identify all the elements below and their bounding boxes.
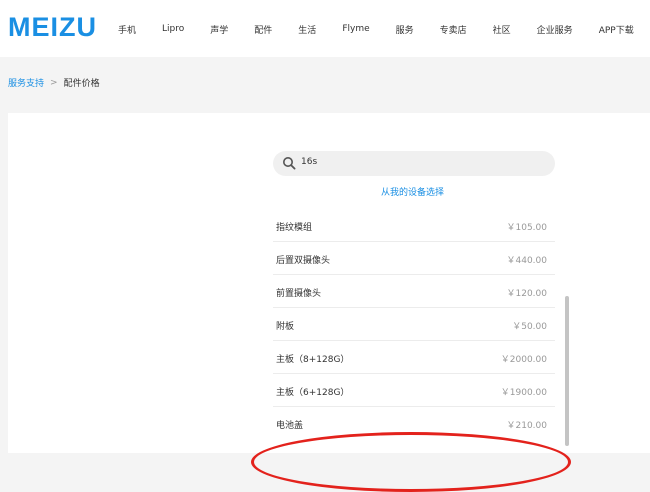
part-name: 附板 — [276, 322, 295, 332]
nav-item-lipro[interactable]: Lipro — [162, 24, 184, 34]
nav-item-community[interactable]: 社区 — [493, 23, 511, 36]
nav-item-enterprise[interactable]: 企业服务 — [537, 23, 573, 36]
meizu-logo[interactable]: MEIZU — [8, 12, 97, 43]
part-name: 主板（8+128G） — [276, 355, 350, 365]
part-price: ￥440.00 — [506, 256, 548, 266]
breadcrumb-service-support[interactable]: 服务支持 — [8, 76, 44, 89]
list-item: 指纹模组 ￥105.00 — [273, 209, 555, 242]
nav-item-stores[interactable]: 专卖店 — [440, 23, 467, 36]
part-price: ￥2000.00 — [500, 355, 547, 365]
list-item: 前置摄像头 ￥120.00 — [273, 275, 555, 308]
breadcrumb-current: 配件价格 — [63, 79, 100, 89]
nav-item-phones[interactable]: 手机 — [118, 23, 136, 36]
select-from-my-device-link[interactable]: 从我的设备选择 — [381, 185, 444, 198]
main-nav: 手机 Lipro 声学 配件 生活 Flyme 服务 专卖店 社区 企业服务 A… — [118, 21, 634, 37]
part-price: ￥120.00 — [506, 289, 548, 299]
nav-item-audio[interactable]: 声学 — [210, 23, 228, 36]
list-scrollbar[interactable] — [565, 296, 569, 446]
part-name: 后置双摄像头 — [276, 256, 331, 266]
list-item: 主板（8+128G） ￥2000.00 — [273, 341, 555, 374]
part-price: ￥210.00 — [506, 421, 548, 431]
list-item: 后置双摄像头 ￥440.00 — [273, 242, 555, 275]
parts-price-list: 指纹模组 ￥105.00 后置双摄像头 ￥440.00 前置摄像头 ￥120.0… — [273, 209, 555, 439]
part-name: 主板（6+128G） — [276, 388, 350, 398]
breadcrumb-separator: > — [50, 77, 58, 88]
nav-item-life[interactable]: 生活 — [298, 23, 316, 36]
search-input[interactable]: 16s — [301, 157, 317, 167]
nav-item-accessories[interactable]: 配件 — [254, 23, 272, 36]
part-name: 电池盖 — [276, 421, 304, 431]
breadcrumb: 服务支持 > 配件价格 — [8, 76, 100, 90]
nav-item-app-download[interactable]: APP下载 — [599, 23, 634, 36]
part-name: 指纹模组 — [276, 223, 313, 233]
part-name: 前置摄像头 — [276, 289, 322, 299]
search-box[interactable]: 16s — [273, 151, 555, 176]
nav-item-service[interactable]: 服务 — [396, 23, 414, 36]
list-item: 主板（6+128G） ￥1900.00 — [273, 374, 555, 407]
list-item: 附板 ￥50.00 — [273, 308, 555, 341]
list-item: 电池盖 ￥210.00 — [273, 407, 555, 439]
top-navigation-bar: MEIZU 手机 Lipro 声学 配件 生活 Flyme 服务 专卖店 社区 … — [0, 0, 650, 57]
part-price: ￥50.00 — [512, 322, 547, 332]
part-price: ￥105.00 — [506, 223, 548, 233]
search-icon — [283, 157, 296, 170]
nav-item-flyme[interactable]: Flyme — [342, 24, 369, 34]
part-price: ￥1900.00 — [500, 388, 547, 398]
